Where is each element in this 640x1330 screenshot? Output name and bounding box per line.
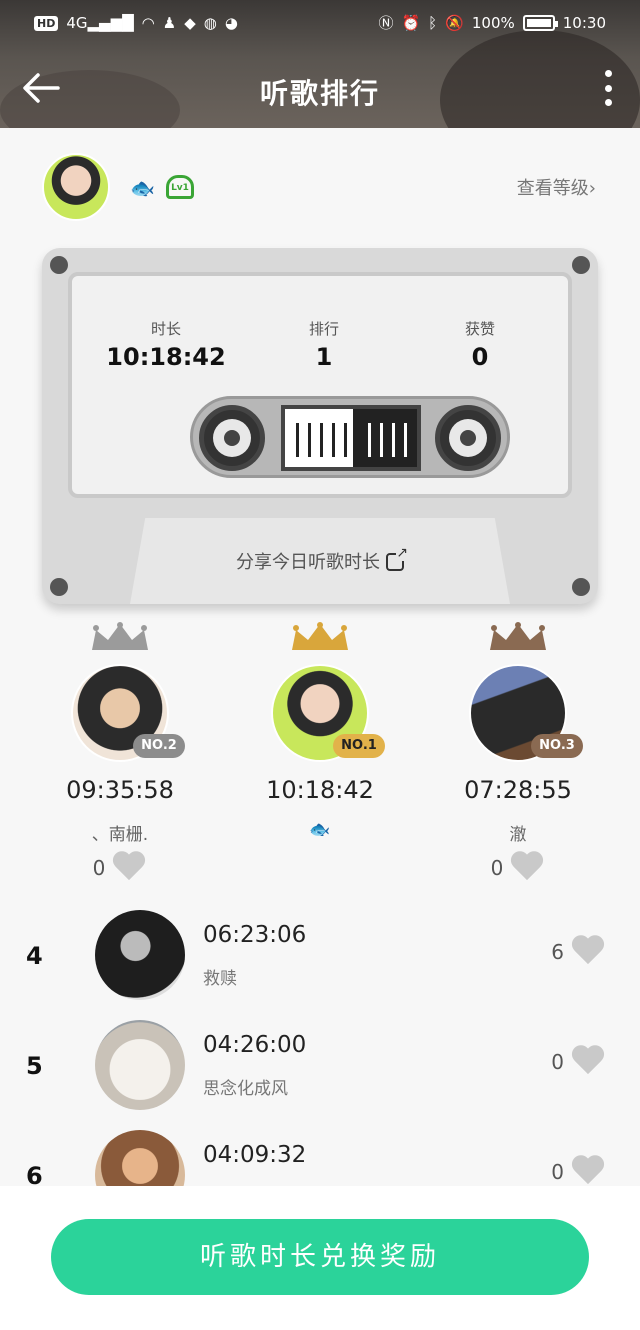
heart-icon[interactable]	[509, 852, 545, 884]
fish-icon: 🐟	[309, 820, 331, 840]
nav-bar: 听歌排行	[0, 60, 640, 120]
avatar[interactable]: NO.1	[271, 664, 385, 762]
like-count: 0	[551, 1160, 564, 1184]
row-name: 救赎	[203, 969, 237, 989]
crown-icon	[292, 622, 348, 650]
rank-number: 5	[26, 1052, 43, 1080]
row-time: 06:23:06	[203, 922, 307, 948]
reel-icon	[199, 405, 265, 471]
tape-window	[190, 396, 510, 478]
screw-icon	[572, 256, 590, 274]
rank-number: 4	[26, 942, 43, 970]
avatar[interactable]	[95, 1020, 185, 1110]
stat-rank-value: 1	[315, 343, 333, 371]
avatar[interactable]	[95, 910, 185, 1000]
app-icon: ◆	[184, 14, 196, 32]
battery-percent: 100%	[471, 14, 515, 32]
list-item[interactable]: 4 06:23:06 救赎 6	[0, 910, 640, 1020]
page-title: 听歌排行	[259, 77, 380, 110]
rank-badge: NO.2	[133, 734, 185, 758]
bluetooth-icon: ᛒ	[428, 14, 438, 32]
stat-duration-label: 时长	[150, 320, 181, 338]
like-control[interactable]: 0	[551, 1046, 606, 1078]
podium-name: 🐟	[230, 820, 410, 844]
stat-likes-label: 获赞	[464, 320, 495, 338]
like-control[interactable]: 0	[551, 1156, 606, 1188]
share-button[interactable]: 分享今日听歌时长	[42, 545, 598, 574]
rank-badge: NO.1	[333, 734, 385, 758]
redeem-button[interactable]: 听歌时长兑换奖励	[51, 1219, 589, 1295]
tape-strip	[281, 405, 421, 471]
footer: 听歌时长兑换奖励	[0, 1186, 640, 1330]
battery-icon	[522, 15, 558, 31]
list-item[interactable]: 5 04:26:00 思念化成风 0	[0, 1020, 640, 1130]
podium-name: 、南栅.	[91, 825, 149, 845]
like-control[interactable]: 6	[551, 936, 606, 968]
share-label: 分享今日听歌时长	[236, 552, 380, 573]
wifi-icon: ◠	[141, 14, 155, 32]
podium-time: 07:28:55	[464, 776, 572, 804]
podium-second[interactable]: NO.2 09:35:58 、南栅. 0	[30, 622, 210, 884]
stat-duration-value: 10:18:42	[106, 343, 226, 371]
cassette-card: 时长 10:18:42 排行 1 获赞 0 分享今日听歌时长	[42, 248, 598, 604]
hd-icon: HD	[34, 15, 59, 31]
heart-icon[interactable]	[570, 936, 606, 968]
screw-icon	[50, 256, 68, 274]
like-count: 0	[92, 856, 106, 880]
stat-rank-label: 排行	[308, 320, 339, 338]
crown-icon	[92, 622, 148, 650]
level-badge: Lv1	[166, 175, 194, 199]
podium-name: 澈	[509, 825, 527, 845]
mute-icon: 🔕	[445, 14, 464, 32]
screw-icon	[572, 578, 590, 596]
reel-icon	[435, 405, 501, 471]
stat-duration: 时长 10:18:42	[86, 318, 246, 371]
alarm-icon: ⏰	[401, 14, 421, 32]
signal-icon: 4G▂▄▆█	[66, 14, 134, 32]
like-count: 0	[490, 856, 504, 880]
podium-third[interactable]: NO.3 07:28:55 澈 0	[428, 622, 608, 884]
row-time: 04:26:00	[203, 1032, 307, 1058]
cassette-label: 时长 10:18:42 排行 1 获赞 0	[68, 272, 572, 498]
like-control[interactable]: 0	[428, 852, 608, 884]
podium-time: 09:35:58	[66, 776, 174, 804]
fish-icon: 🐟	[130, 176, 155, 200]
crown-icon	[490, 622, 546, 650]
heart-icon[interactable]	[111, 852, 147, 884]
clock: 10:30	[562, 14, 606, 32]
like-count: 0	[551, 1050, 564, 1074]
podium-first[interactable]: NO.1 10:18:42 🐟	[230, 622, 410, 844]
share-icon	[386, 545, 409, 571]
ball-icon: ◍	[203, 14, 217, 32]
nfc-icon: Ⓝ	[378, 14, 394, 32]
podium-time: 10:18:42	[266, 776, 374, 804]
header: HD 4G▂▄▆█ ◠ ♟ ◆ ◍ ◕ Ⓝ ⏰ ᛒ 🔕 100% 10:30 听…	[0, 0, 640, 128]
screw-icon	[50, 578, 68, 596]
like-control[interactable]: 0	[30, 852, 210, 884]
wechat-icon: ◕	[224, 14, 238, 32]
stat-rank: 排行 1	[244, 318, 404, 371]
row-name: 思念化成风	[203, 1079, 288, 1099]
qq-icon: ♟	[162, 14, 177, 32]
stat-likes-value: 0	[471, 343, 489, 371]
rank-badge: NO.3	[531, 734, 583, 758]
avatar[interactable]: NO.2	[71, 664, 185, 762]
more-vertical-icon[interactable]	[604, 70, 612, 106]
avatar[interactable]: NO.3	[469, 664, 583, 762]
row-time: 04:09:32	[203, 1142, 307, 1168]
heart-icon[interactable]	[570, 1156, 606, 1188]
heart-icon[interactable]	[570, 1046, 606, 1078]
stat-likes: 获赞 0	[400, 318, 560, 371]
view-level-link[interactable]: 查看等级›	[517, 174, 596, 200]
like-count: 6	[551, 940, 564, 964]
status-bar: HD 4G▂▄▆█ ◠ ♟ ◆ ◍ ◕ Ⓝ ⏰ ᛒ 🔕 100% 10:30	[0, 10, 640, 38]
my-avatar[interactable]	[42, 153, 110, 221]
